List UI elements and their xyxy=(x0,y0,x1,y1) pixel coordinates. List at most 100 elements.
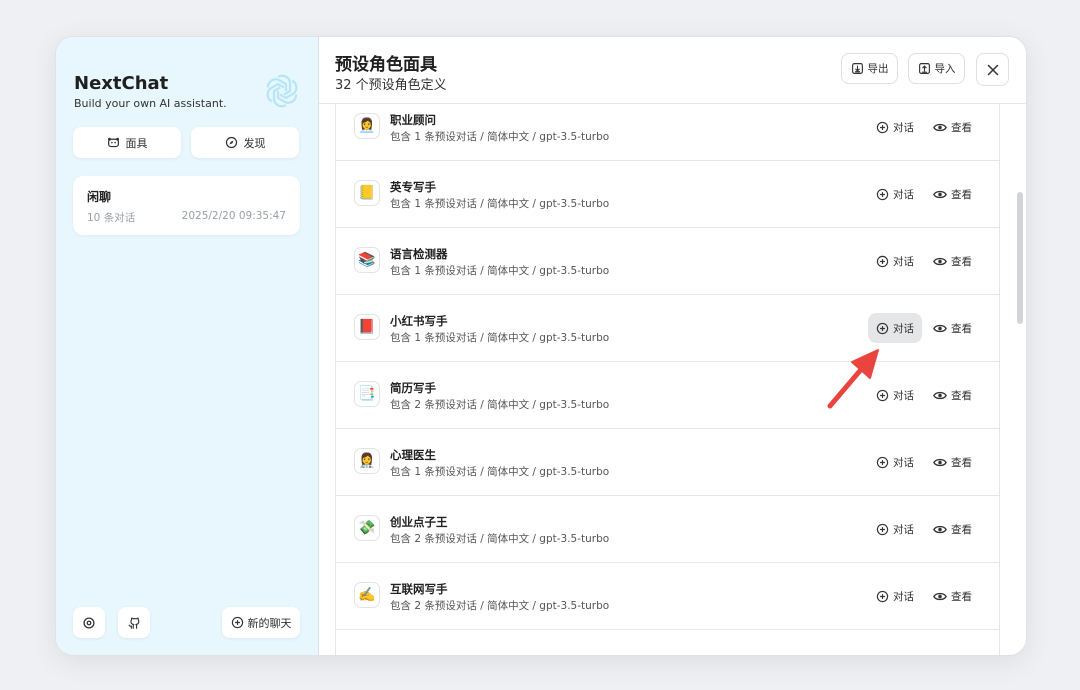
mask-chat-label: 对话 xyxy=(893,188,914,201)
mask-emoji: ✍️ xyxy=(358,587,376,603)
eye-icon xyxy=(933,456,947,469)
mask-chat-label: 对话 xyxy=(893,322,914,335)
add-circle-icon xyxy=(876,590,889,603)
mask-emoji: 📒 xyxy=(358,185,376,201)
mask-avatar: 📑 xyxy=(354,381,380,407)
mask-view-button[interactable]: 查看 xyxy=(925,246,980,276)
mask-info: 包含 1 条预设对话 / 简体中文 / gpt-3.5-turbo xyxy=(390,265,610,277)
eye-icon xyxy=(933,255,947,268)
mask-item: ✍️ 互联网写手 包含 2 条预设对话 / 简体中文 / gpt-3.5-tur… xyxy=(336,563,999,630)
mask-view-label: 查看 xyxy=(951,389,972,402)
page-title: 预设角色面具 xyxy=(335,55,437,75)
mask-chat-label: 对话 xyxy=(893,255,914,268)
mask-chat-label: 对话 xyxy=(893,456,914,469)
mask-chat-label: 对话 xyxy=(893,590,914,603)
add-circle-icon xyxy=(876,188,889,201)
mask-emoji: 👩‍⚕️ xyxy=(358,453,376,469)
mask-page: 预设角色面具 32 个预设角色定义 导出 导入 👩 xyxy=(319,37,1026,655)
mask-name: 简历写手 xyxy=(390,381,436,395)
eye-icon xyxy=(933,590,947,603)
mask-view-button[interactable]: 查看 xyxy=(925,581,980,611)
discover-button[interactable]: 发现 xyxy=(191,127,299,158)
new-chat-label: 新的聊天 xyxy=(247,616,292,630)
new-chat-button[interactable]: 新的聊天 xyxy=(222,607,300,638)
mask-view-label: 查看 xyxy=(951,456,972,469)
mask-view-label: 查看 xyxy=(951,188,972,201)
mask-icon xyxy=(107,136,120,149)
mask-view-button[interactable]: 查看 xyxy=(925,447,980,477)
mask-name: 语言检测器 xyxy=(390,247,448,261)
add-circle-icon xyxy=(876,456,889,469)
chat-item-count: 10 条对话 xyxy=(87,212,136,224)
mask-view-label: 查看 xyxy=(951,322,972,335)
mask-item: 💸 创业点子王 包含 2 条预设对话 / 简体中文 / gpt-3.5-turb… xyxy=(336,496,999,563)
close-icon xyxy=(987,64,999,76)
mask-chat-label: 对话 xyxy=(893,389,914,402)
github-icon xyxy=(127,616,141,630)
mask-item-partial xyxy=(336,630,999,655)
mask-info: 包含 1 条预设对话 / 简体中文 / gpt-3.5-turbo xyxy=(390,198,610,210)
settings-icon xyxy=(82,616,96,630)
mask-item: 👩‍⚕️ 心理医生 包含 1 条预设对话 / 简体中文 / gpt-3.5-tu… xyxy=(336,429,999,496)
mask-chat-button[interactable]: 对话 xyxy=(868,179,922,209)
settings-button[interactable] xyxy=(73,607,105,638)
mask-chat-button[interactable]: 对话 xyxy=(868,581,922,611)
import-button[interactable]: 导入 xyxy=(908,53,965,84)
close-button[interactable] xyxy=(976,53,1009,86)
sidebar: NextChat Build your own AI assistant. 面具… xyxy=(56,37,319,655)
add-circle-icon xyxy=(876,121,889,134)
chat-item-title: 闲聊 xyxy=(87,190,112,204)
mask-avatar: 💸 xyxy=(354,515,380,541)
mask-item: 📑 简历写手 包含 2 条预设对话 / 简体中文 / gpt-3.5-turbo… xyxy=(336,362,999,429)
mask-avatar: 📒 xyxy=(354,180,380,206)
eye-icon xyxy=(933,188,947,201)
mask-chat-button[interactable]: 对话 xyxy=(868,246,922,276)
mask-info: 包含 2 条预设对话 / 简体中文 / gpt-3.5-turbo xyxy=(390,399,610,411)
eye-icon xyxy=(933,121,947,134)
add-circle-icon xyxy=(876,322,889,335)
mask-emoji: 👩‍💼 xyxy=(358,118,376,134)
mask-chat-button[interactable]: 对话 xyxy=(868,313,922,343)
mask-name: 小红书写手 xyxy=(390,314,448,328)
mask-view-button[interactable]: 查看 xyxy=(925,380,980,410)
mask-avatar: 📕 xyxy=(354,314,380,340)
mask-emoji: 📚 xyxy=(358,252,376,268)
mask-emoji: 📕 xyxy=(358,319,376,335)
mask-list[interactable]: 👩‍💼 职业顾问 包含 1 条预设对话 / 简体中文 / gpt-3.5-tur… xyxy=(335,104,1000,655)
masks-button[interactable]: 面具 xyxy=(73,127,181,158)
mask-info: 包含 1 条预设对话 / 简体中文 / gpt-3.5-turbo xyxy=(390,466,610,478)
mask-info: 包含 1 条预设对话 / 简体中文 / gpt-3.5-turbo xyxy=(390,332,610,344)
mask-item: 📒 英专写手 包含 1 条预设对话 / 简体中文 / gpt-3.5-turbo… xyxy=(336,161,999,228)
mask-view-button[interactable]: 查看 xyxy=(925,313,980,343)
mask-info: 包含 1 条预设对话 / 简体中文 / gpt-3.5-turbo xyxy=(390,131,610,143)
mask-view-label: 查看 xyxy=(951,590,972,603)
mask-chat-button[interactable]: 对话 xyxy=(868,447,922,477)
mask-item: 👩‍💼 职业顾问 包含 1 条预设对话 / 简体中文 / gpt-3.5-tur… xyxy=(336,104,999,161)
mask-avatar: ✍️ xyxy=(354,582,380,608)
mask-view-label: 查看 xyxy=(951,255,972,268)
mask-chat-label: 对话 xyxy=(893,523,914,536)
add-circle-icon xyxy=(876,523,889,536)
chat-item[interactable]: 闲聊 10 条对话 2025/2/20 09:35:47 xyxy=(73,176,300,235)
mask-view-label: 查看 xyxy=(951,523,972,536)
mask-chat-button[interactable]: 对话 xyxy=(868,112,922,142)
mask-view-button[interactable]: 查看 xyxy=(925,112,980,142)
discover-button-label: 发现 xyxy=(243,136,266,150)
mask-info: 包含 2 条预设对话 / 简体中文 / gpt-3.5-turbo xyxy=(390,533,610,545)
page-header: 预设角色面具 32 个预设角色定义 导出 导入 xyxy=(319,37,1026,104)
github-button[interactable] xyxy=(118,607,150,638)
mask-view-button[interactable]: 查看 xyxy=(925,514,980,544)
eye-icon xyxy=(933,523,947,536)
mask-item: 📚 语言检测器 包含 1 条预设对话 / 简体中文 / gpt-3.5-turb… xyxy=(336,228,999,295)
mask-chat-button[interactable]: 对话 xyxy=(868,514,922,544)
mask-view-label: 查看 xyxy=(951,121,972,134)
compass-icon xyxy=(225,136,238,149)
eye-icon xyxy=(933,322,947,335)
export-button[interactable]: 导出 xyxy=(841,53,898,84)
mask-name: 英专写手 xyxy=(390,180,436,194)
mask-view-button[interactable]: 查看 xyxy=(925,179,980,209)
scrollbar-thumb[interactable] xyxy=(1017,192,1023,324)
mask-name: 创业点子王 xyxy=(390,515,448,529)
upload-icon xyxy=(918,62,931,75)
masks-button-label: 面具 xyxy=(125,136,148,150)
